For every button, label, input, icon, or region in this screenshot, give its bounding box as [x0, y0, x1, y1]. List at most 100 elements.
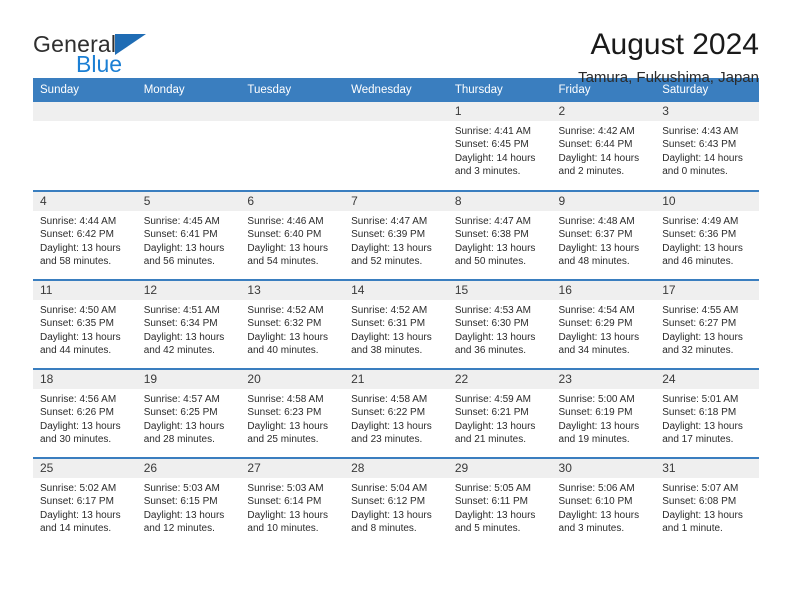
- calendar-day-cell[interactable]: 24 Sunrise: 5:01 AM Sunset: 6:18 PM Dayligh…: [655, 368, 759, 458]
- sunset-time: Sunset: 6:45 PM: [454, 139, 529, 151]
- sunset-time: Sunset: 6:14 PM: [247, 496, 322, 508]
- calendar-day-cell[interactable]: 19 Sunrise: 4:57 AM Sunset: 6:25 PM Dayligh…: [136, 368, 241, 458]
- daylight-duration-line2: and 46 minutes.: [662, 256, 734, 268]
- daylight-duration-line2: and 12 minutes.: [143, 523, 215, 535]
- sunrise-time: Sunrise: 5:04 AM: [351, 483, 428, 494]
- daylight-duration-line2: and 19 minutes.: [558, 434, 630, 446]
- daylight-duration-line2: and 38 minutes.: [351, 345, 423, 357]
- sunrise-time: Sunrise: 4:51 AM: [143, 305, 220, 316]
- calendar-day-cell[interactable]: 22 Sunrise: 4:59 AM Sunset: 6:21 PM Dayligh…: [447, 368, 552, 458]
- calendar-day-cell[interactable]: 11 Sunrise: 4:50 AM Sunset: 6:35 PM Dayligh…: [33, 279, 137, 369]
- daylight-duration-line1: Daylight: 14 hours: [662, 152, 743, 164]
- sunrise-time: Sunrise: 4:58 AM: [351, 394, 428, 405]
- day-sun-info: Sunrise: 4:47 AM Sunset: 6:39 PM Daylight:…: [344, 211, 448, 269]
- calendar-day-cell[interactable]: 9 Sunrise: 4:48 AM Sunset: 6:37 PM Daylight…: [551, 190, 656, 280]
- sunset-time: Sunset: 6:18 PM: [662, 407, 737, 419]
- day-number: 16: [551, 281, 656, 300]
- day-number: 6: [240, 192, 345, 211]
- sunset-time: Sunset: 6:27 PM: [662, 318, 737, 330]
- calendar-day-cell[interactable]: 30 Sunrise: 5:06 AM Sunset: 6:10 PM Dayligh…: [551, 457, 656, 547]
- day-number: 26: [136, 459, 241, 478]
- day-number: 3: [655, 102, 759, 121]
- day-sun-info: Sunrise: 4:43 AM Sunset: 6:43 PM Daylight:…: [655, 121, 759, 179]
- calendar-day-cell[interactable]: 10 Sunrise: 4:49 AM Sunset: 6:36 PM Dayligh…: [655, 190, 759, 280]
- daylight-duration-line1: Daylight: 13 hours: [143, 242, 225, 254]
- sunset-time: Sunset: 6:36 PM: [662, 229, 737, 241]
- sunset-time: Sunset: 6:35 PM: [40, 318, 114, 330]
- day-number: 28: [344, 459, 448, 478]
- calendar-day-cell[interactable]: 28 Sunrise: 5:04 AM Sunset: 6:12 PM Dayligh…: [344, 457, 448, 547]
- calendar-day-cell[interactable]: 29 Sunrise: 5:05 AM Sunset: 6:11 PM Dayligh…: [447, 457, 552, 547]
- sunset-time: Sunset: 6:34 PM: [143, 318, 218, 330]
- calendar-day-cell[interactable]: 13 Sunrise: 4:52 AM Sunset: 6:32 PM Dayligh…: [240, 279, 345, 369]
- daylight-duration-line1: Daylight: 13 hours: [558, 420, 640, 432]
- calendar-day-cell[interactable]: 1 Sunrise: 4:41 AM Sunset: 6:45 PM Daylight…: [447, 102, 552, 191]
- daylight-duration-line2: and 58 minutes.: [40, 256, 112, 268]
- daylight-duration-line1: Daylight: 13 hours: [143, 420, 225, 432]
- day-sun-info: Sunrise: 5:03 AM Sunset: 6:14 PM Daylight:…: [240, 478, 344, 536]
- calendar-day-cell[interactable]: 31 Sunrise: 5:07 AM Sunset: 6:08 PM Dayligh…: [655, 457, 759, 547]
- daylight-duration-line1: Daylight: 13 hours: [247, 242, 329, 254]
- calendar-day-cell[interactable]: 20 Sunrise: 4:58 AM Sunset: 6:23 PM Dayligh…: [240, 368, 345, 458]
- daylight-duration-line2: and 30 minutes.: [40, 434, 112, 446]
- calendar-day-cell[interactable]: 3 Sunrise: 4:43 AM Sunset: 6:43 PM Daylight…: [655, 102, 759, 191]
- calendar-day-cell[interactable]: 8 Sunrise: 4:47 AM Sunset: 6:38 PM Daylight…: [447, 190, 552, 280]
- day-number: 7: [344, 192, 448, 211]
- day-sun-info: Sunrise: 4:55 AM Sunset: 6:27 PM Daylight:…: [655, 300, 759, 358]
- day-number: 29: [447, 459, 552, 478]
- calendar-day-cell[interactable]: 21 Sunrise: 4:58 AM Sunset: 6:22 PM Dayligh…: [344, 368, 448, 458]
- sunrise-time: Sunrise: 5:00 AM: [558, 394, 635, 405]
- day-number: 27: [240, 459, 345, 478]
- day-number: [240, 102, 345, 121]
- day-number: 18: [33, 370, 137, 389]
- daylight-duration-line2: and 3 minutes.: [454, 166, 521, 178]
- daylight-duration-line1: Daylight: 13 hours: [662, 242, 743, 254]
- calendar-week-row: 11 Sunrise: 4:50 AM Sunset: 6:35 PM Dayligh…: [33, 279, 759, 369]
- brand-logo[interactable]: General Blue: [33, 26, 223, 76]
- calendar-day-cell[interactable]: 18 Sunrise: 4:56 AM Sunset: 6:26 PM Dayligh…: [33, 368, 137, 458]
- sunrise-time: Sunrise: 4:43 AM: [662, 126, 739, 137]
- day-number: 19: [136, 370, 241, 389]
- calendar-day-cell[interactable]: 14 Sunrise: 4:52 AM Sunset: 6:31 PM Dayligh…: [344, 279, 448, 369]
- day-number: 22: [447, 370, 552, 389]
- calendar-day-cell[interactable]: 6 Sunrise: 4:46 AM Sunset: 6:40 PM Daylight…: [240, 190, 345, 280]
- calendar-day-cell[interactable]: 25 Sunrise: 5:02 AM Sunset: 6:17 PM Dayligh…: [33, 457, 137, 547]
- calendar-day-cell[interactable]: 27 Sunrise: 5:03 AM Sunset: 6:14 PM Dayligh…: [240, 457, 345, 547]
- calendar-day-cell[interactable]: 4 Sunrise: 4:44 AM Sunset: 6:42 PM Daylight…: [33, 190, 137, 280]
- daylight-duration-line2: and 48 minutes.: [558, 256, 630, 268]
- day-sun-info: Sunrise: 4:53 AM Sunset: 6:30 PM Daylight:…: [448, 300, 552, 358]
- sunset-time: Sunset: 6:29 PM: [558, 318, 633, 330]
- sunrise-time: Sunrise: 5:01 AM: [662, 394, 739, 405]
- calendar-day-cell[interactable]: 2 Sunrise: 4:42 AM Sunset: 6:44 PM Daylight…: [551, 102, 656, 191]
- day-sun-info: Sunrise: 4:47 AM Sunset: 6:38 PM Daylight:…: [448, 211, 552, 269]
- calendar-day-cell[interactable]: 5 Sunrise: 4:45 AM Sunset: 6:41 PM Daylight…: [136, 190, 241, 280]
- brand-name-blue: Blue: [76, 51, 123, 77]
- sunrise-time: Sunrise: 4:52 AM: [247, 305, 324, 316]
- calendar-day-cell[interactable]: 7 Sunrise: 4:47 AM Sunset: 6:39 PM Daylight…: [344, 190, 448, 280]
- day-sun-info: Sunrise: 5:01 AM Sunset: 6:18 PM Daylight:…: [655, 389, 759, 447]
- calendar-day-cell[interactable]: 17 Sunrise: 4:55 AM Sunset: 6:27 PM Dayligh…: [655, 279, 759, 369]
- sunrise-time: Sunrise: 4:53 AM: [454, 305, 531, 316]
- calendar-empty-cell: [240, 102, 345, 191]
- daylight-duration-line1: Daylight: 13 hours: [558, 242, 640, 254]
- calendar-day-cell[interactable]: 23 Sunrise: 5:00 AM Sunset: 6:19 PM Dayligh…: [551, 368, 656, 458]
- sunset-time: Sunset: 6:31 PM: [351, 318, 426, 330]
- day-sun-info: Sunrise: 4:50 AM Sunset: 6:35 PM Daylight:…: [33, 300, 137, 358]
- daylight-duration-line1: Daylight: 14 hours: [454, 152, 536, 164]
- sunrise-time: Sunrise: 5:06 AM: [558, 483, 635, 494]
- day-sun-info: Sunrise: 4:52 AM Sunset: 6:32 PM Daylight:…: [240, 300, 344, 358]
- weekday-header-thursday: Thursday: [447, 78, 552, 102]
- daylight-duration-line2: and 36 minutes.: [454, 345, 526, 357]
- day-number: 2: [551, 102, 656, 121]
- sunrise-time: Sunrise: 5:03 AM: [143, 483, 220, 494]
- calendar-day-cell[interactable]: 12 Sunrise: 4:51 AM Sunset: 6:34 PM Dayligh…: [136, 279, 241, 369]
- daylight-duration-line1: Daylight: 13 hours: [40, 509, 121, 521]
- sunrise-time: Sunrise: 4:59 AM: [454, 394, 531, 405]
- sunset-time: Sunset: 6:21 PM: [454, 407, 529, 419]
- calendar-day-cell[interactable]: 16 Sunrise: 4:54 AM Sunset: 6:29 PM Dayligh…: [551, 279, 656, 369]
- calendar-day-cell[interactable]: 15 Sunrise: 4:53 AM Sunset: 6:30 PM Dayligh…: [447, 279, 552, 369]
- calendar-day-cell[interactable]: 26 Sunrise: 5:03 AM Sunset: 6:15 PM Dayligh…: [136, 457, 241, 547]
- calendar-empty-cell: [136, 102, 241, 191]
- calendar-empty-cell: [344, 102, 448, 191]
- title-block: August 2024 Tamura, Fukushima, Japan: [578, 26, 759, 86]
